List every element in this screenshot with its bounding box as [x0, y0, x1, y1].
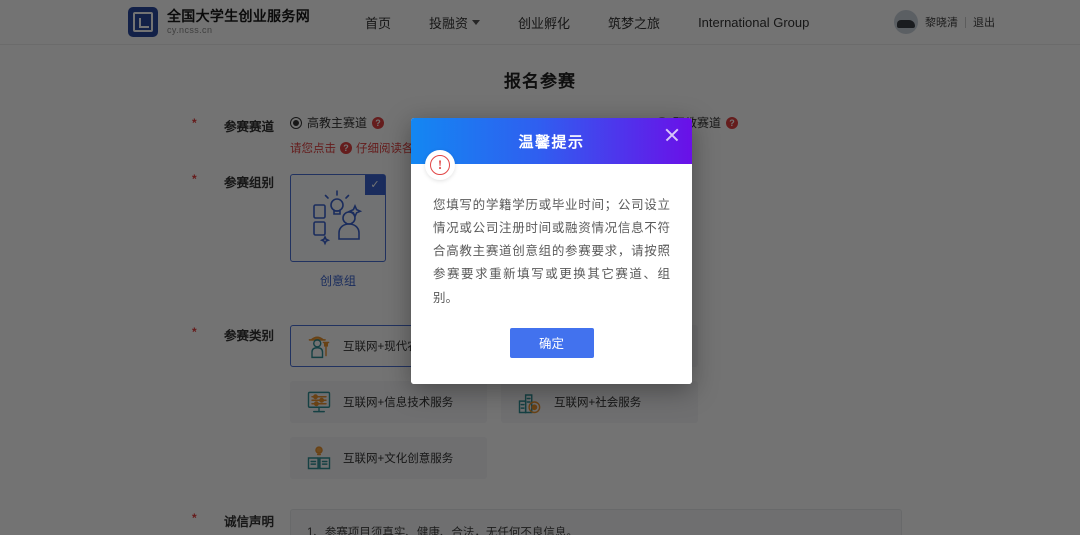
- exclamation-glyph: !: [430, 155, 450, 175]
- modal-message: 您填写的学籍学历或毕业时间；公司设立情况或公司注册时间或融资情况信息不符合高教主…: [433, 198, 670, 305]
- exclamation-circle-icon: !: [425, 150, 455, 180]
- modal-body: 您填写的学籍学历或毕业时间；公司设立情况或公司注册时间或融资情况信息不符合高教主…: [411, 164, 692, 310]
- close-icon[interactable]: [663, 126, 681, 144]
- modal-footer: 确定: [411, 309, 692, 384]
- page-root: 全国大学生创业服务网 cy.ncss.cn 首页 投融资 创业孵化 筑梦之旅 I…: [0, 0, 1080, 535]
- warning-modal: 温馨提示 ! 您填写的学籍学历或毕业时间；公司设立情况或公司注册时间或融资情况信…: [411, 118, 692, 384]
- confirm-button[interactable]: 确定: [509, 327, 594, 358]
- modal-title: 温馨提示: [518, 133, 585, 151]
